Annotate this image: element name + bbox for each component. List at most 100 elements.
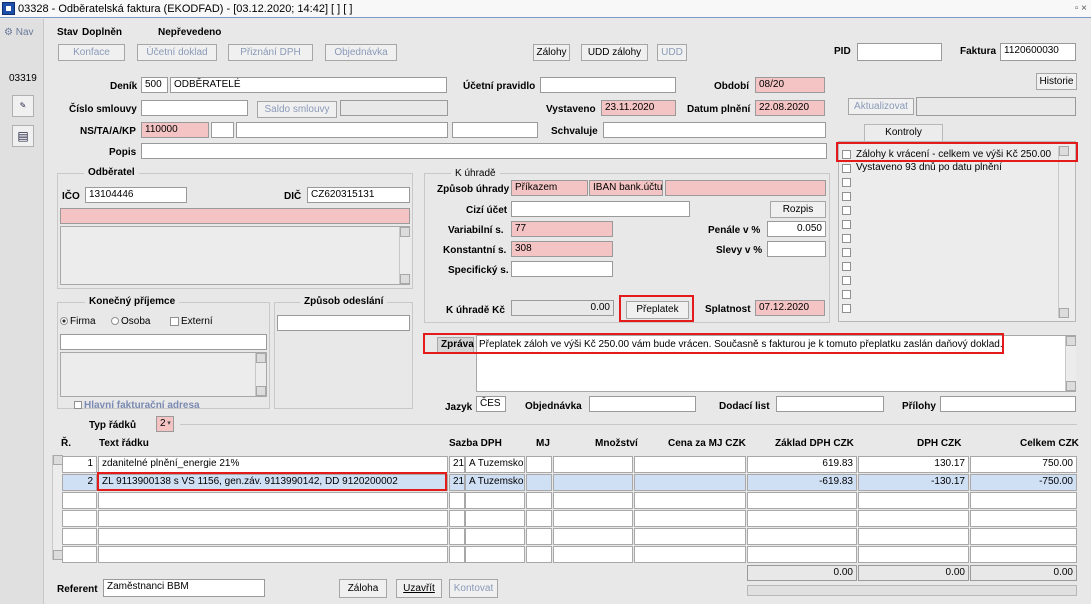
table-cell-sazba1[interactable]: 21 <box>449 456 465 473</box>
scroll-down-icon[interactable] <box>256 386 266 396</box>
table-cell-sazba1[interactable] <box>449 546 465 563</box>
kp-field[interactable] <box>452 122 538 138</box>
table-cell-celkem[interactable] <box>970 510 1077 527</box>
table-cell-celkem[interactable]: -750.00 <box>970 474 1077 491</box>
scroll-up-icon[interactable] <box>256 353 266 363</box>
hlavni-fakturacni-adresa[interactable]: Hlavní fakturační adresa <box>74 400 200 411</box>
prilohy-field[interactable] <box>940 396 1076 412</box>
radio-firma-icon[interactable] <box>60 317 68 326</box>
kontroly-checkbox[interactable] <box>842 304 851 313</box>
konecny-prijemce-scrollbar[interactable] <box>255 353 266 396</box>
table-cell-n[interactable] <box>62 528 97 545</box>
table-cell-sazba2[interactable] <box>465 510 525 527</box>
zprava-scrollbar[interactable] <box>1065 336 1076 391</box>
zalohy-button[interactable]: Zálohy <box>533 44 570 61</box>
a-field[interactable] <box>236 122 448 138</box>
table-cell-zaklad[interactable] <box>747 510 857 527</box>
saldo-smlouvy-button[interactable]: Saldo smlouvy <box>257 101 337 118</box>
radio-firma[interactable]: Firma <box>60 316 96 327</box>
table-cell-mj[interactable] <box>526 456 552 473</box>
kontroly-checkbox[interactable] <box>842 290 851 299</box>
table-cell-cena[interactable] <box>634 546 746 563</box>
zpusob-odeslani-field[interactable] <box>277 315 410 331</box>
table-cell-n[interactable]: 2 <box>62 474 97 491</box>
konfigurace-button[interactable]: Konface <box>58 44 125 61</box>
popis-field[interactable] <box>141 143 827 159</box>
kontroly-scrollbar[interactable] <box>1058 146 1069 318</box>
iban-field[interactable]: IBAN bank.účtu <box>589 180 663 196</box>
odberatel-address-field[interactable] <box>60 226 410 285</box>
table-cell-cena[interactable] <box>634 474 746 491</box>
konecny-prijemce-field[interactable] <box>60 334 267 350</box>
table-cell-sazba2[interactable]: A Tuzemsko <box>465 474 525 491</box>
horizontal-scrollbar[interactable] <box>747 585 1077 596</box>
table-cell-mnozstvi[interactable] <box>553 510 633 527</box>
aktualizovat-button[interactable]: Aktualizovat <box>848 98 914 115</box>
table-cell-cena[interactable] <box>634 510 746 527</box>
kontroly-checkbox[interactable] <box>842 206 851 215</box>
scroll-down-icon[interactable] <box>400 274 410 284</box>
table-cell-sazba2[interactable] <box>465 546 525 563</box>
table-cell-dph[interactable] <box>858 492 969 509</box>
udd-button[interactable]: UDD <box>657 44 687 61</box>
variabilni-field[interactable]: 77 <box>511 221 613 237</box>
table-cell-n[interactable] <box>62 546 97 563</box>
scroll-up-icon[interactable] <box>400 227 410 237</box>
table-cell-cena[interactable] <box>634 528 746 545</box>
table-cell-sazba2[interactable]: A Tuzemsko <box>465 456 525 473</box>
externi-checkbox-icon[interactable] <box>170 316 179 326</box>
table-cell-celkem[interactable] <box>970 546 1077 563</box>
table-cell-text[interactable]: zdanitelné plnění_energie 21% <box>98 456 448 473</box>
table-cell-sazba1[interactable] <box>449 510 465 527</box>
penale-field[interactable]: 0.050 <box>767 221 826 237</box>
tab-kontroly[interactable]: Kontroly <box>864 124 943 142</box>
odberatel-scrollbar[interactable] <box>399 227 410 284</box>
kontroly-checkbox[interactable] <box>842 220 851 229</box>
window-controls[interactable]: ▫ × <box>1075 3 1087 14</box>
hlavni-checkbox-icon[interactable] <box>74 401 82 410</box>
sps-icon[interactable]: ✎ <box>12 95 34 117</box>
table-cell-celkem[interactable] <box>970 492 1077 509</box>
kontroly-checkbox[interactable] <box>842 192 851 201</box>
ucetni-pravidlo-field[interactable] <box>540 77 676 93</box>
historie-button[interactable]: Historie <box>1036 73 1077 90</box>
table-cell-sazba2[interactable] <box>465 492 525 509</box>
table-cell-dph[interactable] <box>858 510 969 527</box>
zpusob-uhrady-field[interactable]: Příkazem <box>511 180 588 196</box>
kontroly-checkbox[interactable] <box>842 234 851 243</box>
vystaveno-field[interactable]: 23.11.2020 <box>601 100 676 116</box>
table-cell-sazba1[interactable] <box>449 528 465 545</box>
radio-osoba-icon[interactable] <box>111 317 119 326</box>
table-cell-sazba1[interactable]: 21 <box>449 474 465 491</box>
table-cell-text[interactable] <box>98 492 448 509</box>
table-cell-mnozstvi[interactable] <box>553 528 633 545</box>
rozpis-button[interactable]: Rozpis <box>770 201 826 218</box>
table-cell-zaklad[interactable] <box>747 546 857 563</box>
kontovat-button[interactable]: Kontovat <box>449 579 498 598</box>
table-cell-dph[interactable]: 130.17 <box>858 456 969 473</box>
udd-zalohy-button[interactable]: UDD zálohy <box>581 44 648 61</box>
ucetni-doklad-button[interactable]: Účetní doklad <box>137 44 217 61</box>
datum-plneni-field[interactable]: 22.08.2020 <box>755 100 825 116</box>
bank-account-field[interactable] <box>665 180 826 196</box>
document-icon[interactable]: ▤ <box>12 125 34 147</box>
nav-button[interactable]: ⚙ Nav <box>4 27 34 38</box>
table-cell-mnozstvi[interactable] <box>553 456 633 473</box>
kontroly-checkbox[interactable] <box>842 178 851 187</box>
scroll-down-icon[interactable] <box>1066 381 1076 391</box>
odberatel-name-field[interactable] <box>60 208 410 224</box>
kontroly-checkbox-2[interactable] <box>842 164 851 173</box>
table-cell-mnozstvi[interactable] <box>553 546 633 563</box>
table-cell-celkem[interactable] <box>970 528 1077 545</box>
table-cell-mj[interactable] <box>526 474 552 491</box>
specificky-field[interactable] <box>511 261 613 277</box>
objednavka-field[interactable] <box>589 396 696 412</box>
kontroly-checkbox[interactable] <box>842 262 851 271</box>
table-cell-cena[interactable] <box>634 456 746 473</box>
chevron-down-icon[interactable]: ▾ <box>164 417 174 431</box>
denik-code-field[interactable]: 500 <box>141 77 168 93</box>
table-cell-dph[interactable]: -130.17 <box>858 474 969 491</box>
ico-field[interactable]: 13104446 <box>85 187 187 203</box>
table-cell-zaklad[interactable]: -619.83 <box>747 474 857 491</box>
uzavrit-button[interactable]: Uzavřít <box>396 579 442 598</box>
